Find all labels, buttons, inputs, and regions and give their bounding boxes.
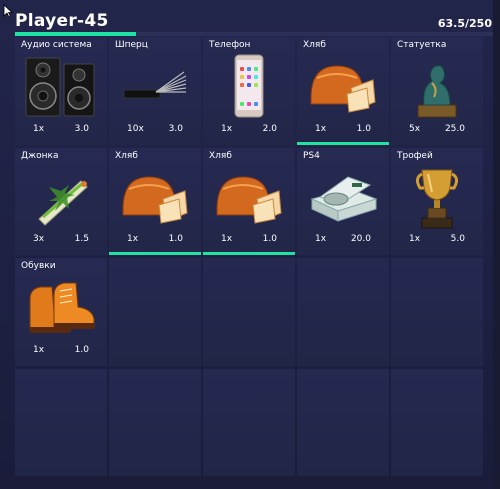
inventory-slot[interactable]: Шперц 10x 3.0 [109, 37, 201, 145]
speakers-icon [15, 51, 107, 121]
item-weight: 1.0 [74, 344, 89, 355]
item-weight: 5.0 [450, 234, 465, 244]
empty-slot[interactable] [109, 258, 201, 366]
empty-slot[interactable] [109, 368, 201, 476]
item-quantity: 1x [33, 123, 45, 134]
selected-underline [203, 252, 295, 255]
phone-icon [203, 51, 295, 121]
item-name: Аудио система [21, 40, 92, 50]
item-weight: 1.0 [168, 234, 183, 244]
item-quantity: 1x [409, 234, 421, 244]
console-icon [297, 162, 389, 232]
item-name: Статуетка [397, 40, 447, 50]
item-quantity: 1x [221, 234, 233, 244]
joint-icon [15, 162, 107, 232]
empty-slot[interactable] [15, 368, 107, 476]
trophy-icon [391, 162, 483, 232]
inventory-slot[interactable]: PS4 1x 20.0 [297, 147, 389, 255]
bread-icon [203, 162, 295, 232]
item-weight: 2.0 [262, 123, 277, 134]
item-quantity: 1x [221, 123, 233, 134]
inventory-slot[interactable]: Джонка 3x 1.5 [15, 147, 107, 255]
inventory-slot[interactable]: Статуетка 5x 25.0 [391, 37, 483, 145]
inventory-slot[interactable]: Телефон 1x 2.0 [203, 37, 295, 145]
item-quantity: 1x [315, 123, 327, 134]
item-weight: 3.0 [168, 123, 183, 134]
item-weight: 1.0 [356, 123, 371, 134]
empty-slot[interactable] [203, 258, 295, 366]
item-name: Трофей [397, 150, 433, 161]
item-name: Шперц [115, 40, 148, 50]
inventory-slot[interactable]: Хляб 1x 1.0 [297, 37, 389, 145]
weight-readout: 63.5/250 [437, 17, 492, 30]
item-name: PS4 [303, 150, 320, 161]
empty-slot[interactable] [297, 368, 389, 476]
weight-bar-fill [15, 32, 137, 36]
item-name: Хляб [303, 40, 326, 50]
item-quantity: 1x [127, 234, 139, 244]
selected-underline [109, 252, 201, 255]
inventory-slot[interactable]: Аудио система 1x 3.0 [15, 37, 107, 145]
item-weight: 1.5 [74, 234, 89, 244]
item-quantity: 10x [127, 123, 144, 134]
panel-edge [493, 0, 500, 489]
inventory-slot[interactable]: Хляб 1x 1.0 [109, 147, 201, 255]
empty-slot[interactable] [203, 368, 295, 476]
item-weight: 3.0 [74, 123, 89, 134]
inventory-panel: Player-45 63.5/250 Аудио система 1x 3.0 Шп… [0, 0, 500, 489]
item-weight: 1.0 [262, 234, 277, 244]
item-name: Хляб [115, 150, 138, 161]
item-quantity: 3x [33, 234, 45, 244]
inventory-slot[interactable]: Хляб 1x 1.0 [203, 147, 295, 255]
statue-icon [391, 51, 483, 121]
lockpick-icon [109, 51, 201, 121]
item-quantity: 1x [315, 234, 327, 244]
item-name: Обувки [21, 261, 56, 271]
item-name: Джонка [21, 150, 59, 161]
inventory-slot[interactable]: Обувки 1x 1.0 [15, 258, 107, 366]
item-weight: 20.0 [350, 234, 371, 244]
cursor-icon [3, 4, 13, 18]
item-quantity: 1x [33, 344, 45, 355]
inventory-grid: Аудио система 1x 3.0 Шперц 10x 3.0 Телефон 1… [15, 37, 493, 476]
selected-underline [297, 141, 389, 145]
item-weight: 25.0 [444, 123, 465, 134]
boots-icon [15, 272, 107, 342]
item-name: Телефон [209, 40, 251, 50]
weight-bar [15, 32, 493, 36]
empty-slot[interactable] [297, 258, 389, 366]
item-quantity: 5x [409, 123, 421, 134]
empty-slot[interactable] [391, 368, 483, 476]
inventory-slot[interactable]: Трофей 1x 5.0 [391, 147, 483, 255]
empty-slot[interactable] [391, 258, 483, 366]
bread-icon [109, 162, 201, 232]
bread-icon [297, 51, 389, 121]
player-name: Player-45 [15, 11, 109, 31]
item-name: Хляб [209, 150, 232, 161]
